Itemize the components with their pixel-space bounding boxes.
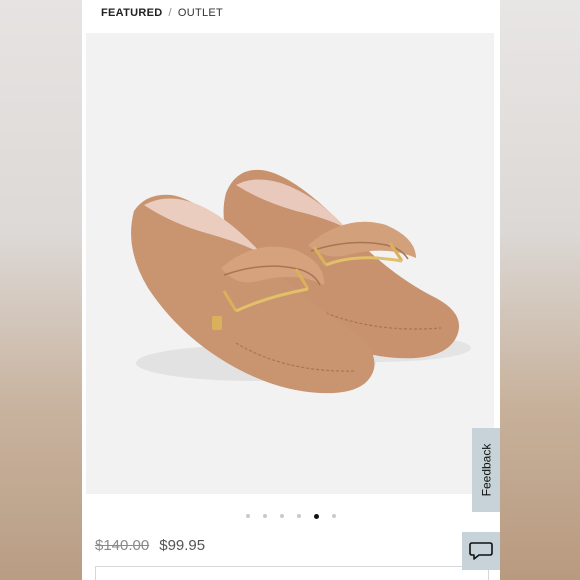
phone-screen: FEATURED / OUTLET $140.00 $99.95 Feedbac…	[82, 0, 500, 580]
background-left-blur	[0, 0, 82, 580]
background-right-blur	[500, 0, 580, 580]
feedback-label: Feedback	[479, 443, 494, 497]
size-selector-box[interactable]	[95, 566, 489, 580]
chat-bubble-icon	[469, 542, 493, 560]
breadcrumb-outlet-link[interactable]: OUTLET	[178, 7, 223, 19]
loafers-illustration	[131, 169, 471, 394]
breadcrumb-separator: /	[168, 7, 172, 19]
carousel-dot-1[interactable]	[246, 514, 250, 518]
price-row: $140.00 $99.95	[95, 537, 205, 554]
carousel-dot-4[interactable]	[297, 514, 301, 518]
carousel-dot-5-active[interactable]	[314, 513, 319, 519]
carousel-dot-6[interactable]	[332, 514, 336, 518]
breadcrumb: FEATURED / OUTLET	[101, 6, 223, 20]
carousel-indicators	[82, 512, 500, 520]
carousel-dot-2[interactable]	[263, 514, 267, 518]
sale-price: $99.95	[159, 537, 206, 554]
original-price: $140.00	[95, 537, 150, 554]
product-image[interactable]	[86, 33, 494, 494]
chat-button[interactable]	[462, 532, 500, 570]
carousel-dot-3[interactable]	[280, 514, 284, 518]
breadcrumb-featured-link[interactable]: FEATURED	[101, 7, 162, 19]
feedback-tab[interactable]: Feedback	[472, 428, 500, 512]
